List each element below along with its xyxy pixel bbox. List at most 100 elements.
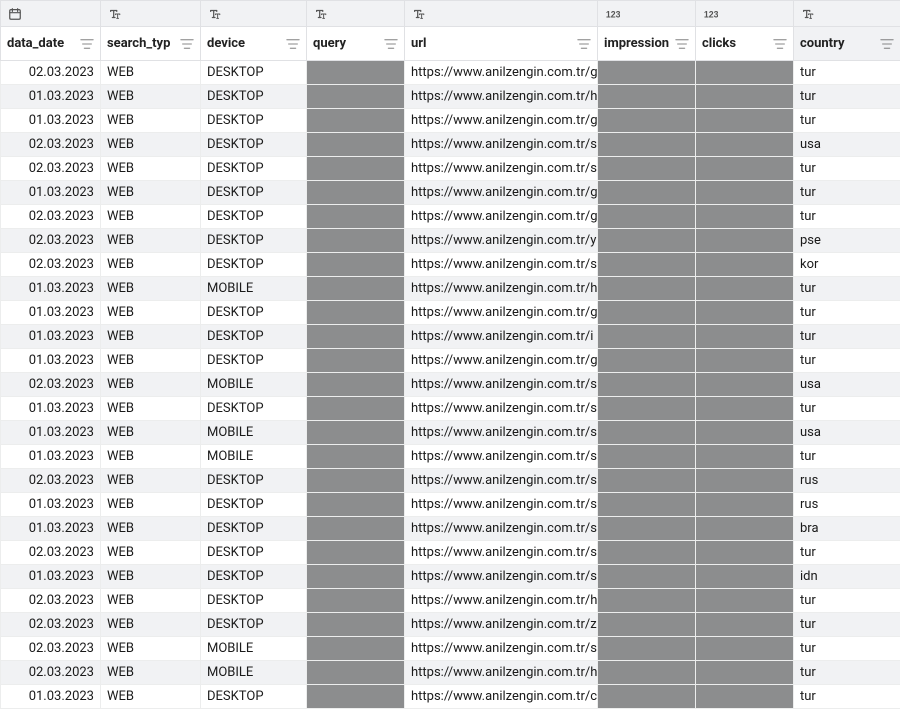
cell-url[interactable]: https://www.anilzengin.com.tr/s bbox=[405, 253, 598, 277]
cell-search_type[interactable]: WEB bbox=[101, 181, 201, 205]
column-header-search_type[interactable]: search_typ bbox=[101, 27, 201, 61]
cell-clicks[interactable] bbox=[696, 205, 794, 229]
cell-country[interactable]: kor bbox=[794, 253, 900, 277]
cell-impressions[interactable] bbox=[598, 613, 696, 637]
cell-device[interactable]: MOBILE bbox=[201, 277, 307, 301]
cell-device[interactable]: DESKTOP bbox=[201, 301, 307, 325]
cell-url[interactable]: https://www.anilzengin.com.tr/i bbox=[405, 325, 598, 349]
cell-device[interactable]: DESKTOP bbox=[201, 565, 307, 589]
filter-icon[interactable] bbox=[880, 38, 894, 50]
cell-country[interactable]: tur bbox=[794, 685, 900, 709]
cell-clicks[interactable] bbox=[696, 637, 794, 661]
cell-query[interactable] bbox=[307, 517, 405, 541]
cell-search_type[interactable]: WEB bbox=[101, 445, 201, 469]
cell-url[interactable]: https://www.anilzengin.com.tr/s bbox=[405, 445, 598, 469]
cell-country[interactable]: rus bbox=[794, 469, 900, 493]
cell-clicks[interactable] bbox=[696, 133, 794, 157]
cell-url[interactable]: https://www.anilzengin.com.tr/s bbox=[405, 517, 598, 541]
cell-data_date[interactable]: 01.03.2023 bbox=[1, 517, 101, 541]
column-header-clicks[interactable]: clicks bbox=[696, 27, 794, 61]
column-type-clicks[interactable] bbox=[696, 1, 794, 27]
cell-query[interactable] bbox=[307, 205, 405, 229]
cell-data_date[interactable]: 02.03.2023 bbox=[1, 589, 101, 613]
cell-url[interactable]: https://www.anilzengin.com.tr/s bbox=[405, 397, 598, 421]
cell-query[interactable] bbox=[307, 277, 405, 301]
cell-clicks[interactable] bbox=[696, 229, 794, 253]
cell-device[interactable]: DESKTOP bbox=[201, 589, 307, 613]
cell-impressions[interactable] bbox=[598, 565, 696, 589]
cell-url[interactable]: https://www.anilzengin.com.tr/s bbox=[405, 373, 598, 397]
cell-clicks[interactable] bbox=[696, 613, 794, 637]
cell-query[interactable] bbox=[307, 181, 405, 205]
cell-query[interactable] bbox=[307, 133, 405, 157]
cell-search_type[interactable]: WEB bbox=[101, 373, 201, 397]
cell-url[interactable]: https://www.anilzengin.com.tr/s bbox=[405, 157, 598, 181]
cell-url[interactable]: https://www.anilzengin.com.tr/g bbox=[405, 301, 598, 325]
cell-device[interactable]: DESKTOP bbox=[201, 253, 307, 277]
table-row[interactable]: 01.03.2023WEBMOBILE https://www.anilzengi… bbox=[1, 445, 900, 469]
cell-country[interactable]: tur bbox=[794, 589, 900, 613]
cell-device[interactable]: DESKTOP bbox=[201, 349, 307, 373]
cell-clicks[interactable] bbox=[696, 325, 794, 349]
cell-impressions[interactable] bbox=[598, 421, 696, 445]
cell-country[interactable]: tur bbox=[794, 61, 900, 85]
cell-impressions[interactable] bbox=[598, 109, 696, 133]
cell-impressions[interactable] bbox=[598, 589, 696, 613]
table-row[interactable]: 02.03.2023WEBDESKTOPhttps://www.anilzeng… bbox=[1, 229, 900, 253]
cell-url[interactable]: https://www.anilzengin.com.tr/s bbox=[405, 493, 598, 517]
cell-data_date[interactable]: 01.03.2023 bbox=[1, 85, 101, 109]
cell-clicks[interactable] bbox=[696, 61, 794, 85]
cell-country[interactable]: tur bbox=[794, 613, 900, 637]
filter-icon[interactable] bbox=[80, 38, 94, 50]
cell-impressions[interactable] bbox=[598, 61, 696, 85]
cell-device[interactable]: DESKTOP bbox=[201, 397, 307, 421]
cell-device[interactable]: DESKTOP bbox=[201, 613, 307, 637]
cell-url[interactable]: https://www.anilzengin.com.tr/g bbox=[405, 109, 598, 133]
table-row[interactable]: 01.03.2023WEBDESKTOPhttps://www.anilzeng… bbox=[1, 85, 900, 109]
filter-icon[interactable] bbox=[773, 38, 787, 50]
cell-query[interactable] bbox=[307, 301, 405, 325]
cell-query[interactable] bbox=[307, 685, 405, 709]
cell-device[interactable]: MOBILE bbox=[201, 445, 307, 469]
cell-url[interactable]: https://www.anilzengin.com.tr/c bbox=[405, 685, 598, 709]
table-row[interactable]: 01.03.2023WEBDESKTOPhttps://www.anilzeng… bbox=[1, 565, 900, 589]
cell-data_date[interactable]: 01.03.2023 bbox=[1, 397, 101, 421]
cell-search_type[interactable]: WEB bbox=[101, 85, 201, 109]
cell-data_date[interactable]: 01.03.2023 bbox=[1, 109, 101, 133]
cell-clicks[interactable] bbox=[696, 469, 794, 493]
cell-data_date[interactable]: 01.03.2023 bbox=[1, 445, 101, 469]
column-type-url[interactable] bbox=[405, 1, 598, 27]
cell-impressions[interactable] bbox=[598, 517, 696, 541]
cell-country[interactable]: tur bbox=[794, 301, 900, 325]
cell-clicks[interactable] bbox=[696, 517, 794, 541]
cell-search_type[interactable]: WEB bbox=[101, 61, 201, 85]
cell-search_type[interactable]: WEB bbox=[101, 301, 201, 325]
cell-search_type[interactable]: WEB bbox=[101, 349, 201, 373]
cell-device[interactable]: DESKTOP bbox=[201, 205, 307, 229]
cell-country[interactable]: tur bbox=[794, 445, 900, 469]
cell-impressions[interactable] bbox=[598, 349, 696, 373]
cell-device[interactable]: DESKTOP bbox=[201, 517, 307, 541]
column-header-impressions[interactable]: impression bbox=[598, 27, 696, 61]
cell-data_date[interactable]: 02.03.2023 bbox=[1, 157, 101, 181]
cell-data_date[interactable]: 01.03.2023 bbox=[1, 277, 101, 301]
cell-search_type[interactable]: WEB bbox=[101, 157, 201, 181]
cell-device[interactable]: MOBILE bbox=[201, 661, 307, 685]
cell-url[interactable]: https://www.anilzengin.com.tr/h bbox=[405, 661, 598, 685]
cell-impressions[interactable] bbox=[598, 397, 696, 421]
table-row[interactable]: 02.03.2023WEBDESKTOPhttps://www.anilzeng… bbox=[1, 541, 900, 565]
cell-device[interactable]: MOBILE bbox=[201, 637, 307, 661]
table-row[interactable]: 02.03.2023WEBMOBILEhttps://www.anilzengi… bbox=[1, 637, 900, 661]
cell-url[interactable]: https://www.anilzengin.com.tr/h bbox=[405, 589, 598, 613]
cell-url[interactable]: https://www.anilzengin.com.tr/g bbox=[405, 61, 598, 85]
cell-query[interactable] bbox=[307, 661, 405, 685]
cell-device[interactable]: DESKTOP bbox=[201, 325, 307, 349]
cell-impressions[interactable] bbox=[598, 541, 696, 565]
cell-search_type[interactable]: WEB bbox=[101, 589, 201, 613]
cell-device[interactable]: DESKTOP bbox=[201, 61, 307, 85]
cell-url[interactable]: https://www.anilzengin.com.tr/h bbox=[405, 85, 598, 109]
filter-icon[interactable] bbox=[180, 38, 194, 50]
cell-device[interactable]: DESKTOP bbox=[201, 133, 307, 157]
cell-query[interactable] bbox=[307, 109, 405, 133]
cell-url[interactable]: https://www.anilzengin.com.tr/y bbox=[405, 229, 598, 253]
